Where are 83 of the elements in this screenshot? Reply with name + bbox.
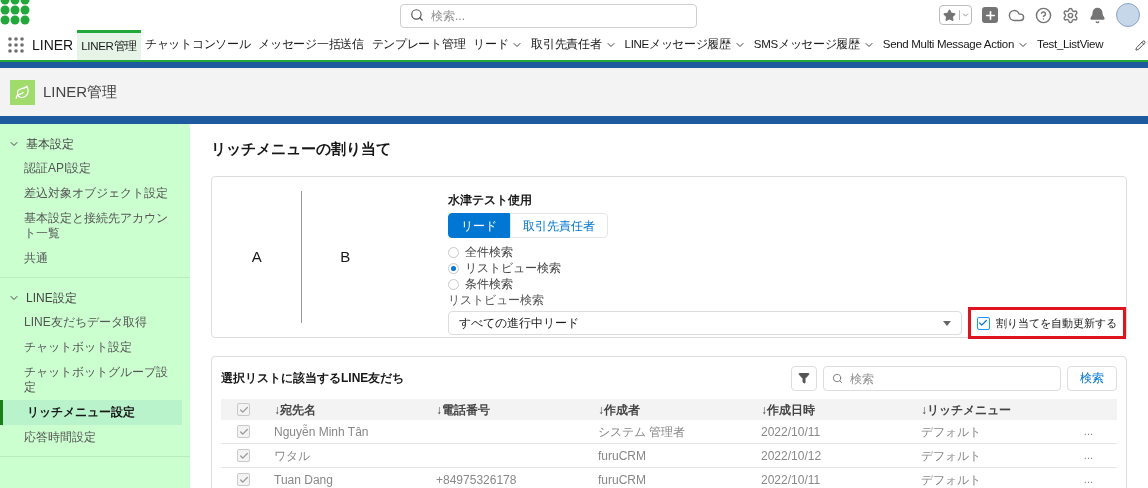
search-icon [410, 8, 424, 22]
nav-tab[interactable]: チャットコンソール [141, 30, 255, 60]
checkbox[interactable] [237, 403, 250, 416]
sidebar-item[interactable]: リッチメニュー設定 [0, 400, 182, 425]
sidebar-item[interactable]: 差込対象オブジェクト設定 [0, 181, 182, 206]
app-launcher-icon[interactable] [8, 37, 24, 53]
table-cell-text: Nguyễn Minh Tân [273, 423, 370, 441]
sidebar-item[interactable]: チャットボットグループ設定 [0, 360, 182, 400]
section-header[interactable]: 基本設定 [0, 132, 190, 156]
column-header[interactable]: ↓宛先名 [266, 400, 428, 419]
table-cell-text: ワタル [273, 447, 311, 465]
form-heading: 水津テスト使用 [448, 192, 533, 209]
row-actions-button[interactable]: ... [1083, 447, 1093, 464]
app-logo [10, 79, 35, 105]
sidebar-item[interactable]: LINE友だちデータ取得 [0, 310, 182, 335]
column-header[interactable]: ↓作成日時 [753, 400, 913, 419]
radio-label: 条件検索 [465, 276, 513, 292]
checkbox[interactable] [237, 473, 250, 486]
checkbox[interactable] [977, 316, 990, 330]
field-label: リストビュー検索 [448, 293, 545, 307]
listview-select[interactable]: すべての進行中リード [448, 311, 962, 335]
object-tab[interactable]: リード [448, 213, 510, 238]
card-title: 選択リストに該当するLINE友だち [221, 370, 406, 387]
table-cell-text: 2022/10/11 [760, 471, 822, 488]
sidebar-item[interactable]: 応答時間設定 [0, 425, 182, 450]
star-icon [943, 8, 956, 22]
add-button[interactable] [982, 7, 998, 23]
nav-tab[interactable]: テンプレート管理 [367, 30, 470, 60]
nav-tab[interactable]: SMSメッセージ履歴 [749, 30, 879, 60]
filter-button[interactable] [791, 365, 817, 391]
row-actions-button[interactable]: ... [1083, 423, 1093, 440]
area-label: A [251, 246, 262, 267]
nav-tab[interactable]: Test_ListView [1033, 30, 1108, 60]
table-cell-text: デフォルト [920, 447, 982, 465]
search-icon [832, 372, 843, 384]
nav-tab[interactable]: メッセージ一括送信 [254, 30, 368, 60]
table-cell-text: デフォルト [920, 471, 982, 488]
nav-tab[interactable]: リード [469, 30, 528, 60]
table-cell-text: システム 管理者 [597, 423, 687, 441]
section-title: リッチメニューの割り当て [211, 140, 392, 158]
search-field[interactable]: 検索... [400, 4, 697, 28]
nav-tab[interactable]: 取引先責任者 [527, 30, 621, 60]
table-cell-text: +84975326178 [435, 471, 518, 488]
search-field[interactable]: 検索 [823, 366, 1061, 391]
table-cell-text: furuCRM [597, 471, 647, 488]
logo-icon [0, 0, 32, 26]
search-button[interactable]: 検索 [1067, 365, 1117, 391]
dropdown-arrow-icon [943, 320, 951, 326]
notification-icon[interactable] [1089, 6, 1106, 24]
checkbox[interactable] [237, 449, 250, 462]
table-cell-text: 2022/10/12 [760, 447, 823, 465]
radio-label: 全件検索 [465, 244, 513, 260]
page-title: LINER管理 [43, 81, 118, 102]
plus-icon [983, 8, 997, 22]
sidebar-item[interactable]: 共通 [0, 246, 182, 271]
nav-tab[interactable]: LINER管理 [77, 30, 141, 60]
column-header[interactable]: ↓電話番号 [428, 400, 590, 419]
row-actions-button[interactable]: ... [1083, 471, 1093, 488]
table-cell-text: furuCRM [597, 447, 647, 465]
checkbox[interactable] [237, 425, 250, 438]
column-header[interactable]: ↓リッチメニュー [913, 400, 1083, 419]
help-icon[interactable] [1035, 6, 1052, 24]
settings-icon[interactable] [1062, 6, 1079, 24]
radio-label: リストビュー検索 [465, 260, 561, 276]
table-cell-text: Tuan Dang [273, 471, 334, 488]
table-cell-text: 2022/10/11 [760, 423, 822, 441]
sidebar-item[interactable]: 基本設定と接続先アカウント一覧 [0, 206, 182, 246]
favorites-button[interactable] [939, 5, 972, 25]
nav-tab[interactable]: LINEメッセージ履歴 [620, 30, 750, 60]
sidebar-item[interactable]: 認証API設定 [0, 156, 182, 181]
area-label: B [340, 246, 351, 267]
avatar[interactable] [1116, 3, 1140, 27]
caret-icon [959, 10, 971, 20]
table-cell-text: デフォルト [920, 423, 982, 441]
section-header[interactable]: LINE設定 [0, 286, 190, 310]
app-name: LINER [32, 35, 74, 55]
checkbox-label: 割り当てを自動更新する [996, 315, 1117, 331]
object-tab[interactable]: 取引先責任者 [510, 213, 608, 238]
nav-tab[interactable]: Send Multi Message Action [878, 30, 1033, 60]
filter-icon [798, 372, 810, 384]
sidebar-item[interactable]: チャットボット設定 [0, 335, 182, 360]
column-header[interactable]: ↓作成者 [590, 400, 753, 419]
edit-icon[interactable] [1135, 39, 1146, 51]
